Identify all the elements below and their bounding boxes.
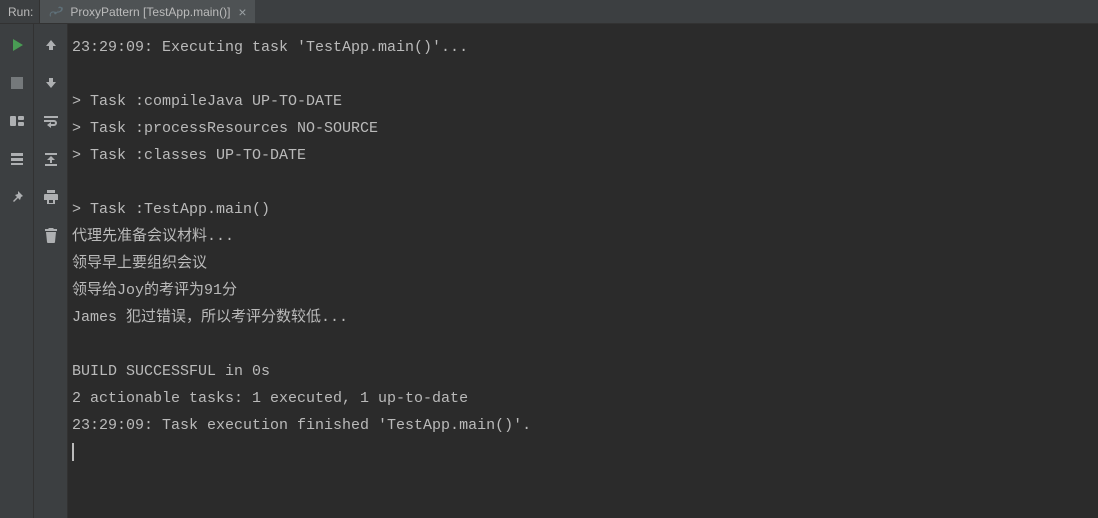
run-icon[interactable] (6, 34, 28, 56)
close-icon[interactable]: × (236, 5, 248, 19)
run-config-tab[interactable]: ProxyPattern [TestApp.main()] × (40, 0, 254, 23)
layout2-icon[interactable] (6, 148, 28, 170)
caret (72, 443, 74, 461)
stop-icon[interactable] (6, 72, 28, 94)
step-down-icon[interactable] (40, 72, 62, 94)
wrap-icon[interactable] (40, 110, 62, 132)
trash-icon[interactable] (40, 224, 62, 246)
pin-icon[interactable] (6, 186, 28, 208)
gradle-elephant-icon (48, 4, 64, 20)
run-label: Run: (0, 0, 40, 23)
layout-icon[interactable] (6, 110, 28, 132)
console-toolbar (34, 24, 68, 518)
console-output[interactable]: 23:29:09: Executing task 'TestApp.main()… (68, 24, 1098, 518)
step-up-icon[interactable] (40, 34, 62, 56)
left-toolbar (0, 24, 34, 518)
scroll-end-icon[interactable] (40, 148, 62, 170)
run-tool-header: Run: ProxyPattern [TestApp.main()] × (0, 0, 1098, 24)
print-icon[interactable] (40, 186, 62, 208)
run-config-tab-label: ProxyPattern [TestApp.main()] (70, 5, 230, 19)
